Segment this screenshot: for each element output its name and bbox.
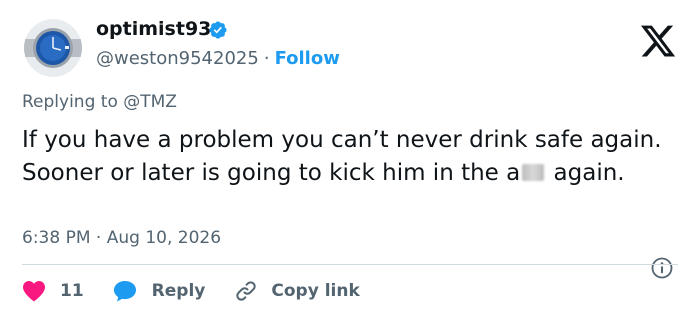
info-icon[interactable]	[650, 256, 674, 280]
display-name[interactable]: optimist93	[96, 18, 211, 40]
reply-label: Reply	[151, 281, 206, 301]
tweet-time: 6:38 PM	[22, 228, 91, 248]
follow-button[interactable]: Follow	[275, 48, 340, 69]
handle-row: @weston9542025 · Follow	[96, 48, 340, 69]
user-handle[interactable]: @weston9542025	[96, 48, 259, 69]
like-button[interactable]: 11	[22, 280, 84, 302]
timestamp[interactable]: 6:38 PM · Aug 10, 2026	[22, 228, 221, 248]
copy-link-label: Copy link	[271, 281, 360, 301]
like-count: 11	[60, 281, 84, 301]
verified-badge-icon	[209, 21, 227, 39]
tweet-embed: optimist93 @weston9542025 · Follow Replyin…	[0, 0, 700, 318]
link-icon	[236, 281, 257, 301]
replying-to: Replying to @TMZ	[22, 92, 177, 112]
censor-blur	[522, 164, 545, 181]
reply-button[interactable]: Reply	[112, 279, 206, 303]
tweet-text: If you have a problem you can’t never dr…	[22, 124, 682, 190]
separator-dot: ·	[263, 48, 270, 69]
x-logo-icon[interactable]	[638, 22, 678, 60]
copy-link-button[interactable]: Copy link	[233, 279, 360, 303]
timestamp-separator: ·	[95, 228, 102, 248]
tweet-text-part2: again.	[546, 160, 625, 186]
reply-bubble-icon	[113, 281, 136, 302]
heart-icon	[23, 281, 45, 302]
divider	[22, 264, 678, 265]
replying-prefix: Replying to	[22, 92, 118, 112]
action-bar: 11 Reply Copy link	[22, 278, 360, 304]
replying-mention[interactable]: @TMZ	[123, 92, 177, 112]
tweet-date: Aug 10, 2026	[106, 228, 222, 248]
avatar[interactable]	[24, 19, 82, 77]
